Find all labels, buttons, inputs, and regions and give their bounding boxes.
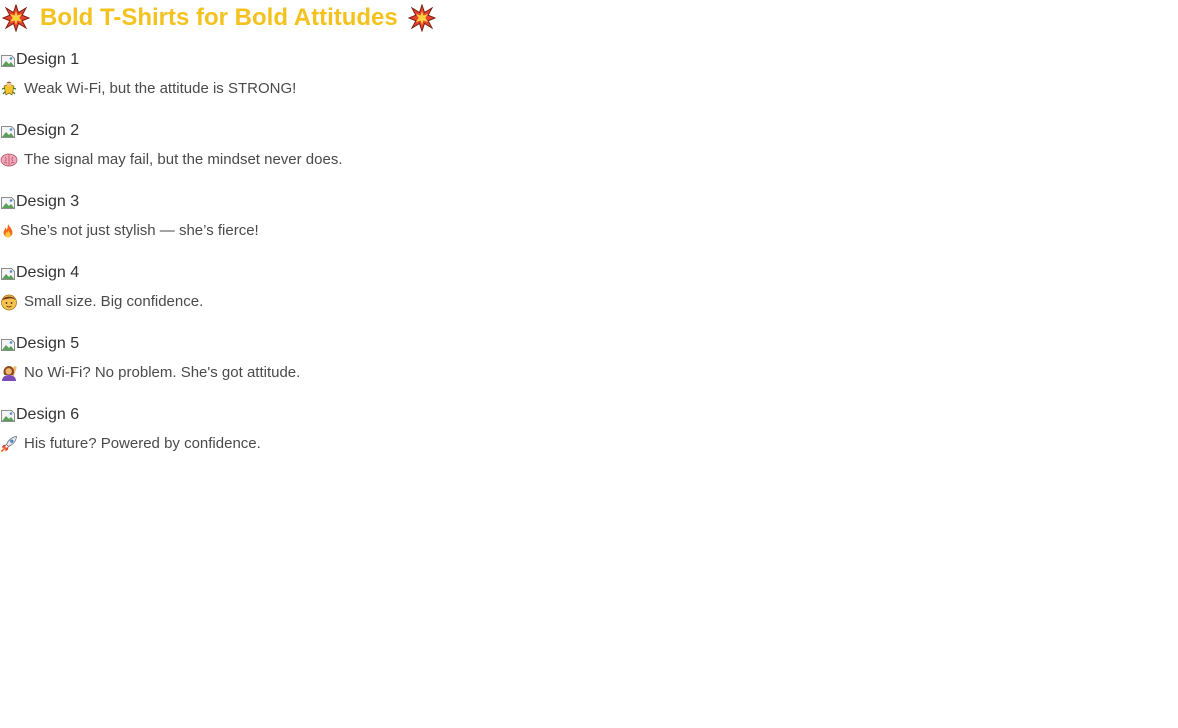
design-caption: His future? Powered by confidence. xyxy=(0,433,261,454)
design-caption: No Wi-Fi? No problem. She's got attitude… xyxy=(0,362,300,383)
broken-image-icon xyxy=(1,197,15,209)
design-caption: Weak Wi-Fi, but the attitude is STRONG! xyxy=(0,78,296,99)
woman-superhero-icon xyxy=(1,81,17,95)
broken-image-icon xyxy=(1,410,15,422)
collision-icon xyxy=(2,4,30,32)
design-card: Design 3 She’s not just stylish — she’s … xyxy=(0,192,700,263)
design-image-alt: Design 5 xyxy=(16,335,80,352)
design-card: Design 5 No Wi-Fi? No problem. She's got… xyxy=(0,334,700,405)
design-caption: She’s not just stylish — she’s fierce! xyxy=(0,220,259,241)
fire-icon xyxy=(3,223,13,238)
design-caption: The signal may fail, but the mindset nev… xyxy=(0,149,343,170)
design-caption-text: Small size. Big confidence. xyxy=(24,293,204,310)
collision-icon xyxy=(407,4,436,32)
design-image: Design 1 xyxy=(0,50,79,70)
design-caption-text: She’s not just stylish — she’s fierce! xyxy=(20,222,259,239)
design-image: Design 4 xyxy=(0,263,79,283)
design-image-alt: Design 1 xyxy=(16,51,80,68)
design-image-alt: Design 2 xyxy=(16,122,80,139)
page-title-text: Bold T-Shirts for Bold Attitudes xyxy=(40,4,398,31)
broken-image-icon xyxy=(1,268,15,280)
design-image: Design 2 xyxy=(0,121,79,141)
design-caption-text: Weak Wi-Fi, but the attitude is STRONG! xyxy=(24,80,297,97)
boy-icon xyxy=(1,294,17,310)
page-title: Bold T-Shirts for Bold Attitudes xyxy=(2,3,436,33)
rocket-icon xyxy=(1,435,17,452)
design-card: Design 4 Small size. Big confidence. xyxy=(0,263,700,334)
design-card: Design 2 The signal may fail, but the mi… xyxy=(0,121,700,192)
design-caption-text: No Wi-Fi? No problem. She's got attitude… xyxy=(24,364,301,381)
broken-image-icon xyxy=(1,339,15,351)
design-caption: Small size. Big confidence. xyxy=(0,291,203,312)
broken-image-icon xyxy=(1,126,15,138)
design-card: Design 1 Weak Wi-Fi, but the attitude is… xyxy=(0,50,700,121)
design-image: Design 3 xyxy=(0,192,79,212)
design-image: Design 5 xyxy=(0,334,79,354)
broken-image-icon xyxy=(1,55,15,67)
brain-icon xyxy=(0,153,18,166)
woman-raising-hand-icon xyxy=(2,365,17,381)
design-image: Design 6 xyxy=(0,405,79,425)
design-image-alt: Design 6 xyxy=(16,406,80,423)
design-card: Design 6 His future? Powered by confiden… xyxy=(0,405,700,476)
design-image-alt: Design 3 xyxy=(16,193,80,210)
design-caption-text: His future? Powered by confidence. xyxy=(24,435,261,452)
design-caption-text: The signal may fail, but the mindset nev… xyxy=(24,151,343,168)
design-image-alt: Design 4 xyxy=(16,264,80,281)
design-list: Design 1 Weak Wi-Fi, but the attitude is… xyxy=(0,50,700,476)
